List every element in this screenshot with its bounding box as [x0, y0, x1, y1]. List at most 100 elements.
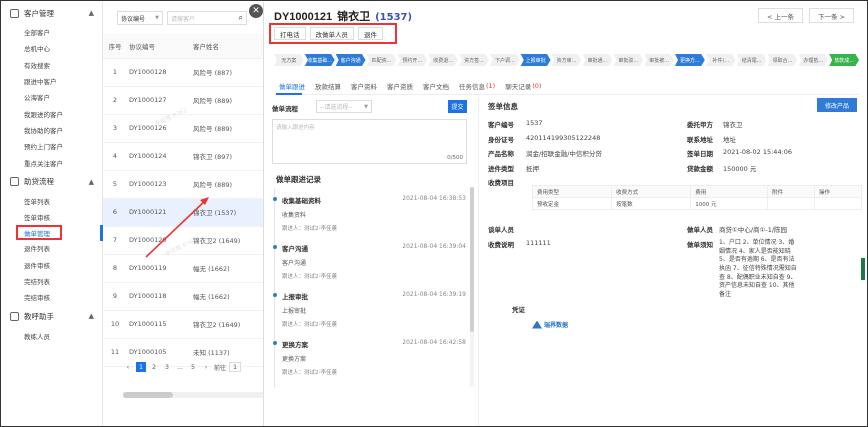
progress-step[interactable]: 预约开...: [397, 54, 428, 66]
next-page-icon[interactable]: ›: [201, 362, 211, 372]
progress-step[interactable]: 资方签...: [459, 54, 489, 66]
goto-page-input[interactable]: 1: [229, 362, 242, 372]
progress-step[interactable]: 放款成...: [829, 54, 860, 66]
flow-select[interactable]: --请选流程-- ▼: [316, 100, 372, 113]
cell-no: 5: [103, 170, 127, 199]
progress-step[interactable]: 更换方...: [674, 54, 705, 66]
fee-cell: 预收定金: [531, 197, 613, 210]
sidebar-item[interactable]: 有效搜索: [2, 57, 102, 73]
progress-step[interactable]: 办理抵...: [798, 54, 829, 66]
maker-label: 做单人员: [687, 226, 713, 234]
change-maker-button[interactable]: 改做单人员: [309, 27, 354, 40]
record-time: 2021-08-04 16:39:04: [402, 243, 466, 250]
close-icon[interactable]: ✕: [249, 4, 263, 18]
sidebar-item[interactable]: 签单审核: [2, 209, 102, 225]
chevron-down-icon: ▼: [364, 103, 368, 110]
record-author: 跟进人：测试2-李佳蕙: [282, 370, 337, 376]
scrollbar-thumb[interactable]: [470, 187, 474, 332]
scrollbar-thumb[interactable]: [123, 392, 173, 398]
page-1[interactable]: 1: [136, 362, 146, 372]
page-ellipsis[interactable]: ...: [175, 362, 185, 372]
progress-step[interactable]: 领取合...: [767, 54, 798, 66]
table-row[interactable]: 7 DY1000120 锦衣卫2 (1649): [103, 226, 263, 255]
sidebar-group-0[interactable]: 客户管理 ▲: [2, 2, 102, 24]
page-2[interactable]: 2: [149, 362, 159, 372]
table-row[interactable]: 6 DY1000121 锦衣卫 (1537): [103, 198, 263, 227]
sidebar-item[interactable]: 做单管理: [16, 225, 62, 241]
prev-record-button[interactable]: < 上一条: [757, 8, 803, 23]
table-row[interactable]: 2 DY1000127 风险号 (889): [103, 86, 263, 115]
progress-step[interactable]: 收集基础...: [304, 54, 335, 66]
call-button[interactable]: 打电话: [274, 27, 306, 40]
sidebar-item[interactable]: 完结列表: [2, 273, 102, 289]
tab-1[interactable]: 放款结算: [310, 80, 346, 92]
progress-step[interactable]: 审批驳...: [613, 54, 644, 66]
credential-image[interactable]: 瑞界数据: [532, 320, 568, 329]
sidebar-item[interactable]: 重点关注客户: [2, 154, 102, 170]
follow-content-textarea[interactable]: 请输入跟进内容 0/500: [272, 119, 467, 164]
page-5[interactable]: 5: [188, 362, 198, 372]
fee-column-header: 操作: [814, 185, 862, 198]
records-scrollbar[interactable]: [470, 187, 474, 387]
progress-step[interactable]: 结清尾...: [736, 54, 767, 66]
sidebar-group-1[interactable]: 助贷流程 ▲: [2, 171, 102, 193]
table-row[interactable]: 9 DY1000118 幅无 (1662): [103, 282, 263, 311]
progress-step[interactable]: 无方案: [274, 54, 304, 66]
horizontal-scrollbar[interactable]: [123, 392, 263, 398]
progress-step[interactable]: 审批通...: [582, 54, 613, 66]
textarea-placeholder: 请输入跟进内容: [276, 125, 315, 131]
person-icon: [10, 8, 19, 18]
sidebar-item[interactable]: 完结审核: [2, 289, 102, 305]
sidebar-item[interactable]: 教练人员: [2, 327, 102, 343]
table-row[interactable]: 3 DY1000126 风险号 (889): [103, 114, 263, 143]
record-author: 跟进人：测试2-李佳蕙: [282, 322, 337, 328]
progress-step[interactable]: 客户沟通: [335, 54, 366, 66]
sidebar-item[interactable]: 退件列表: [2, 240, 102, 256]
tab-6[interactable]: 聊天记录 (0): [500, 80, 546, 92]
sidebar-item[interactable]: 跟进中客户: [2, 73, 102, 89]
sidebar-item[interactable]: 公海客户: [2, 89, 102, 105]
filter-field-select[interactable]: 协议编号 ▼: [117, 11, 163, 25]
progress-step[interactable]: 上报审批: [520, 54, 551, 66]
search-input[interactable]: 请搜客户 ⌕: [167, 11, 247, 25]
progress-step[interactable]: 匹配资...: [366, 54, 397, 66]
info-title: 签单信息: [488, 102, 518, 111]
table-row[interactable]: 10 DY1000115 锦衣卫2 (1649): [103, 310, 263, 339]
progress-step[interactable]: 收费退...: [428, 54, 459, 66]
submit-button[interactable]: 提交: [448, 100, 467, 113]
return-button[interactable]: 退件: [358, 27, 383, 40]
next-record-button[interactable]: 下一条 >: [808, 8, 854, 23]
sidebar-item[interactable]: 全部客户: [2, 24, 102, 40]
table-row[interactable]: 4 DY1000124 锦衣卫 (897): [103, 142, 263, 171]
side-handle[interactable]: [861, 258, 865, 280]
sidebar-item[interactable]: 预约上门客户: [2, 138, 102, 154]
table-row[interactable]: 8 DY1000119 幅无 (1662): [103, 254, 263, 283]
tab-4[interactable]: 客户文档: [418, 80, 454, 92]
cell-name: 锦衣卫 (897): [191, 142, 263, 171]
edit-product-button[interactable]: 修改产品: [817, 98, 857, 112]
info-row: 客户编号 1537: [488, 119, 543, 129]
sidebar-item[interactable]: 我协助的客户: [2, 122, 102, 138]
tab-3[interactable]: 客户资质: [382, 80, 418, 92]
flow-label: 做单流程: [272, 105, 298, 113]
sidebar-item[interactable]: 总机中心: [2, 40, 102, 56]
detail-tabs: 做单跟进 放款结算 客户资料 客户资质 客户文档 任务信息 (1) 聊天记录 (0): [274, 80, 546, 92]
table-row[interactable]: 1 DY1000128 风险号 (887): [103, 58, 263, 87]
prev-page-icon[interactable]: ‹: [123, 362, 133, 372]
detail-title: DY1000121 锦衣卫 (1537): [274, 8, 412, 24]
progress-step[interactable]: 下户调...: [489, 54, 520, 66]
progress-step[interactable]: 审批被...: [644, 54, 674, 66]
sidebar-item[interactable]: 退件审核: [2, 257, 102, 273]
tab-0[interactable]: 做单跟进: [274, 80, 310, 92]
sidebar-item[interactable]: 我跟进的客户: [2, 105, 102, 121]
tab-2[interactable]: 客户资料: [346, 80, 382, 92]
sidebar-item[interactable]: 签单列表: [2, 193, 102, 209]
fee-column-header: 费用类型: [531, 185, 613, 198]
table-row[interactable]: 5 DY1000123 风险号 (889): [103, 170, 263, 199]
progress-step[interactable]: 资方审...: [551, 54, 582, 66]
tab-5[interactable]: 任务信息 (1): [454, 80, 500, 92]
sidebar-group-2[interactable]: 教呼助手 ▲: [2, 305, 102, 327]
progress-step[interactable]: 补件(...: [705, 54, 736, 66]
search-icon[interactable]: ⌕: [239, 13, 243, 23]
page-3[interactable]: 3: [162, 362, 172, 372]
